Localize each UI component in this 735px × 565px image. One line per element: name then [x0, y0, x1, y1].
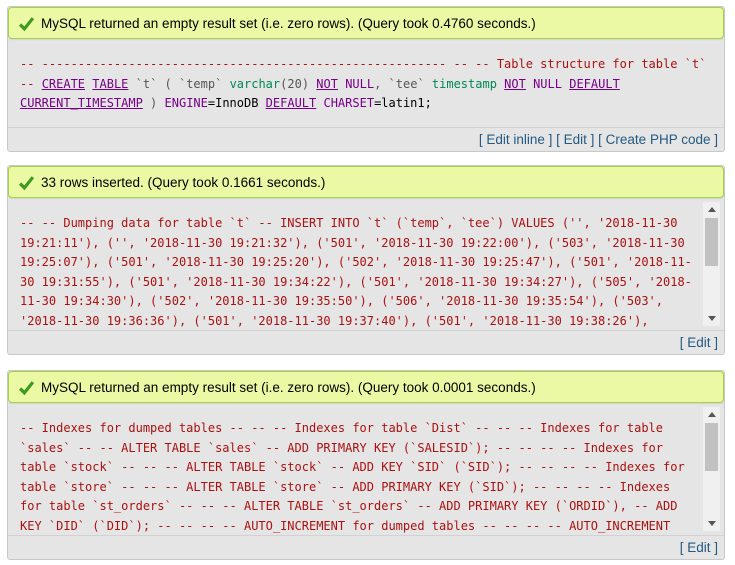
sql-line: 19:21:11'), ('', '2018-11-30 19:21:32'),… [20, 235, 685, 250]
bracket: [ [478, 132, 487, 147]
success-message-3: MySQL returned an empty result set (i.e.… [8, 371, 724, 403]
sql-text: (20) [280, 76, 317, 91]
sql-line: 30 19:31:55'), ('501', '2018-11-30 19:34… [20, 274, 692, 289]
scroll-down-arrow-icon[interactable] [703, 516, 720, 531]
result-block-3: MySQL returned an empty result set (i.e.… [7, 370, 725, 560]
sql-keyword-link[interactable]: NOT [316, 77, 338, 91]
vertical-scrollbar[interactable] [703, 202, 720, 326]
bracket: ] [710, 540, 718, 555]
edit-link[interactable]: Edit [564, 132, 587, 147]
sql-keyword-link[interactable]: TABLE [92, 77, 128, 91]
bracket: ] [ [586, 132, 606, 147]
sql-keyword-link[interactable]: CREATE [42, 77, 85, 91]
edit-inline-link[interactable]: Edit inline [486, 132, 545, 147]
sql-line: `sales` -- -- ALTER TABLE `sales` -- ADD… [20, 440, 663, 455]
sql-line: CURRENT_TIMESTAMP ) ENGINE=InnoDB DEFAUL… [20, 94, 710, 114]
check-icon [18, 380, 35, 395]
sql-query-2: -- -- Dumping data for table `t` -- INSE… [8, 198, 724, 330]
sql-line: table `store` -- -- -- ALTER TABLE `stor… [20, 479, 671, 494]
scroll-down-arrow-icon[interactable] [703, 311, 720, 326]
scroll-thumb[interactable] [705, 218, 718, 266]
sql-line: -- -- Dumping data for table `t` -- INSE… [20, 216, 678, 230]
sql-line: 19:25:07'), ('501', '2018-11-30 19:25:20… [20, 255, 692, 270]
message-text: 33 rows inserted. (Query took 0.1661 sec… [41, 174, 326, 190]
sql-comment: -- -------------------------------------… [20, 57, 707, 71]
scroll-up-arrow-icon[interactable] [703, 202, 720, 217]
sql-type: timestamp [431, 76, 497, 91]
bracket: [ [679, 335, 688, 350]
message-text: MySQL returned an empty result set (i.e.… [41, 379, 536, 395]
sql-keyword: NULL [345, 76, 375, 91]
sql-line: KEY `DID` (`DID`); -- -- -- -- AUTO_INCR… [20, 518, 671, 533]
vertical-scrollbar[interactable] [703, 407, 720, 531]
check-icon [18, 175, 35, 190]
sql-text: `t` ( `temp` [128, 76, 230, 91]
success-message-2: 33 rows inserted. (Query took 0.1661 sec… [8, 166, 724, 198]
sql-keyword-link[interactable]: NOT [504, 77, 526, 91]
message-text: MySQL returned an empty result set (i.e.… [41, 15, 536, 31]
sql-line: 11-30 19:34:30'), ('502', '2018-11-30 19… [20, 294, 663, 309]
sql-keyword-link[interactable]: DEFAULT [266, 96, 317, 110]
result-block-1: MySQL returned an empty result set (i.e.… [7, 6, 725, 152]
scroll-up-arrow-icon[interactable] [703, 407, 720, 422]
sql-keyword: CHARSET [323, 96, 375, 111]
sql-text: ) [142, 96, 165, 111]
sql-line: -- Indexes for dumped tables -- -- -- In… [20, 421, 663, 435]
sql-line: '2018-11-30 19:36:36'), ('501', '2018-11… [20, 313, 649, 328]
sql-line: table `stock` -- -- -- ALTER TABLE `stoc… [20, 460, 685, 475]
query-actions-1: [ Edit inline ] [ Edit ] [ Create PHP co… [8, 127, 724, 151]
sql-query-3: -- Indexes for dumped tables -- -- -- In… [8, 403, 724, 535]
result-block-2: 33 rows inserted. (Query took 0.1661 sec… [7, 165, 725, 355]
edit-link[interactable]: Edit [687, 540, 710, 555]
bracket: ] [ [544, 132, 564, 147]
sql-line: -- CREATE TABLE `t` ( `temp` varchar(20)… [20, 75, 710, 95]
edit-link[interactable]: Edit [687, 335, 710, 350]
sql-text: =InnoDB [207, 96, 266, 111]
query-actions-3: [ Edit ] [8, 535, 724, 559]
sql-text: , `tee` [374, 76, 432, 91]
sql-keyword-link[interactable]: DEFAULT [569, 77, 620, 91]
success-message-1: MySQL returned an empty result set (i.e.… [8, 7, 724, 39]
create-php-code-link[interactable]: Create PHP code [606, 132, 711, 147]
bracket: ] [710, 335, 718, 350]
sql-keyword-link[interactable]: CURRENT_TIMESTAMP [20, 96, 143, 110]
sql-line: -- -------------------------------------… [20, 55, 710, 75]
bracket: [ [679, 540, 688, 555]
sql-type: varchar [229, 76, 281, 91]
sql-keyword: NULL [533, 76, 562, 91]
sql-comment: -- [20, 76, 42, 91]
sql-line: for table `st_orders` -- -- -- ALTER TAB… [20, 499, 678, 514]
sql-query-1: -- -------------------------------------… [8, 39, 724, 127]
sql-text: =latin1; [374, 96, 432, 111]
check-icon [18, 16, 35, 31]
scroll-thumb[interactable] [705, 423, 718, 471]
bracket: ] [710, 132, 718, 147]
query-actions-2: [ Edit ] [8, 330, 724, 354]
sql-keyword: ENGINE [164, 96, 208, 111]
